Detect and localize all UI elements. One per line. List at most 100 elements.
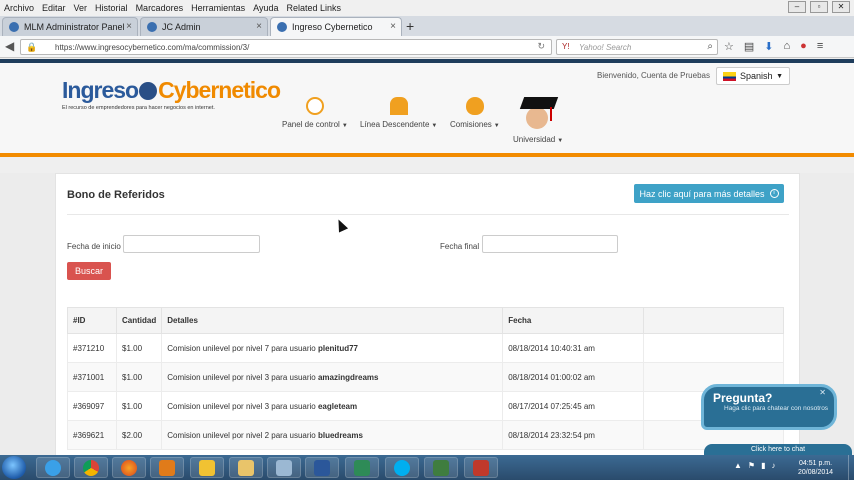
nav-universidad[interactable]: Universidad ▼ [513, 91, 563, 144]
navigation-bar: ◀ 🔒 https://www.ingresocybernetico.com/m… [0, 36, 854, 58]
nav-linea-descendente[interactable]: Línea Descendente ▼ [360, 97, 437, 129]
content-background [0, 157, 854, 173]
menu-editar[interactable]: Editar [38, 3, 70, 13]
home-icon[interactable]: ⌂ [784, 40, 791, 53]
reload-icon[interactable]: ↻ [537, 41, 545, 52]
recorder-icon[interactable] [464, 457, 498, 478]
menu-herramientas[interactable]: Herramientas [187, 3, 249, 13]
close-icon[interactable]: ✕ [832, 1, 850, 13]
window-controls: – ▫ ✕ [788, 1, 850, 13]
tab-ingreso-cybernetico[interactable]: Ingreso Cybernetico × [270, 17, 402, 36]
start-button-icon[interactable] [2, 456, 26, 479]
browser-menu-bar: Archivo Editar Ver Historial Marcadores … [0, 0, 854, 16]
end-date-input[interactable] [482, 235, 618, 253]
globe-icon [147, 22, 157, 32]
url-bar[interactable]: 🔒 https://www.ingresocybernetico.com/ma/… [20, 39, 552, 55]
volume-icon[interactable]: ♪ [772, 461, 776, 470]
taskbar-clock[interactable]: 04:51 p.m. 20/08/2014 [798, 459, 833, 477]
close-icon[interactable]: ✕ [819, 388, 826, 397]
menu-historial[interactable]: Historial [91, 3, 132, 13]
cell-details: Comision unilevel por nivel 3 para usuar… [161, 362, 504, 392]
tray-arrow-icon[interactable]: ▲ [734, 461, 742, 470]
lock-icon: 🔒 [26, 42, 38, 52]
app-icon[interactable] [267, 457, 301, 478]
messenger-icon[interactable] [190, 457, 224, 478]
chat-widget[interactable]: Pregunta? ✕ Haga clic para chatear con n… [701, 384, 837, 430]
url-text: https://www.ingresocybernetico.com/ma/co… [55, 42, 250, 52]
commission-table: #ID Cantidad Detalles Fecha #371210 $1.0… [67, 307, 784, 450]
nav-panel-de-control[interactable]: Panel de control ▼ [282, 97, 348, 129]
col-date: Fecha [502, 307, 645, 334]
chevron-down-icon: ▼ [341, 123, 348, 129]
back-icon[interactable]: ◀ [5, 39, 14, 53]
start-date-input[interactable] [123, 235, 260, 253]
show-desktop-button[interactable] [848, 455, 854, 480]
search-button[interactable]: Buscar [67, 262, 111, 280]
site-logo[interactable]: Ingreso Cybernetico El recurso de emprend… [62, 77, 281, 111]
detail-user: amazingdreams [317, 372, 379, 382]
menu-ver[interactable]: Ver [70, 3, 92, 13]
cell-date: 08/18/2014 23:32:54 pm [502, 420, 645, 450]
menu-marcadores[interactable]: Marcadores [132, 3, 188, 13]
folder-icon[interactable] [229, 457, 263, 478]
ie-icon[interactable] [36, 457, 70, 478]
download-icon[interactable]: ⬇ [764, 40, 773, 53]
maximize-icon[interactable]: ▫ [810, 1, 828, 13]
flag-tray-icon[interactable]: ⚑ [748, 461, 755, 470]
clock-time: 04:51 p.m. [798, 460, 833, 467]
more-details-button[interactable]: Haz clic aquí para más detalles i [634, 184, 784, 203]
toolbar-icons: ☆ ▤ ⬇ ⌂ ● ≡ [724, 40, 823, 53]
end-date-label: Fecha final [440, 242, 480, 251]
system-tray: ▲ ⚑ ▮ ♪ [734, 461, 776, 470]
bookmarks-icon[interactable]: ▤ [744, 40, 754, 53]
menu-icon[interactable]: ≡ [817, 40, 823, 53]
menu-related-links[interactable]: Related Links [282, 3, 345, 13]
detail-user: bluedreams [317, 430, 363, 440]
yahoo-icon: Y! [562, 42, 570, 51]
tab-jc-admin[interactable]: JC Admin × [140, 17, 268, 36]
tab-mlm-admin[interactable]: MLM Administrator Panel × [2, 17, 138, 36]
word-icon[interactable] [305, 457, 339, 478]
more-details-label: Haz clic aquí para más detalles [639, 188, 765, 199]
minimize-icon[interactable]: – [788, 1, 806, 13]
cell-date: 08/18/2014 01:00:02 am [502, 362, 645, 392]
menu-ayuda[interactable]: Ayuda [249, 3, 282, 13]
cell-amount: $1.00 [115, 391, 163, 421]
search-icon[interactable]: ⌕ [707, 41, 713, 52]
firefox-icon[interactable] [112, 457, 146, 478]
new-tab-icon[interactable]: + [406, 18, 414, 34]
cell-amount: $1.00 [115, 333, 163, 363]
network-icon[interactable]: ▮ [761, 461, 765, 470]
globe-icon [9, 22, 19, 32]
camtasia-icon[interactable] [424, 457, 458, 478]
chevron-down-icon: ▼ [493, 123, 500, 129]
detail-text: Comision unilevel por nivel 7 para usuar… [167, 343, 318, 353]
close-tab-icon[interactable]: × [126, 21, 132, 32]
green-app-icon[interactable] [345, 457, 379, 478]
logo-text-1: Ingreso [62, 77, 139, 103]
nav-label: Comisiones [450, 120, 492, 129]
tab-label: JC Admin [162, 22, 201, 32]
bookmark-star-icon[interactable]: ☆ [724, 40, 734, 53]
nav-label: Línea Descendente [360, 120, 430, 129]
close-tab-icon[interactable]: × [256, 21, 262, 32]
nav-comisiones[interactable]: Comisiones ▼ [450, 97, 500, 129]
info-icon: i [769, 189, 779, 198]
skype-icon[interactable] [385, 457, 419, 478]
detail-text: Comision unilevel por nivel 2 para usuar… [167, 430, 318, 440]
cell-date: 08/17/2014 07:25:45 am [502, 391, 645, 421]
menu-archivo[interactable]: Archivo [0, 3, 38, 13]
addon-icon[interactable]: ● [800, 40, 807, 53]
tab-bar: MLM Administrator Panel × JC Admin × Ing… [0, 16, 854, 36]
chevron-down-icon: ▼ [776, 72, 783, 80]
table-row: #369097 $1.00 Comision unilevel por nive… [67, 391, 784, 421]
flag-icon [723, 71, 736, 81]
money-bag-icon [465, 97, 484, 115]
chrome-icon[interactable] [74, 457, 108, 478]
close-tab-icon[interactable]: × [390, 21, 396, 32]
logo-text-2: Cybernetico [158, 77, 281, 103]
language-selector[interactable]: Spanish ▼ [716, 67, 790, 85]
col-details: Detalles [161, 307, 504, 334]
search-input[interactable]: Y! Yahoo! Search ⌕ [556, 39, 718, 55]
media-player-icon[interactable] [150, 457, 184, 478]
